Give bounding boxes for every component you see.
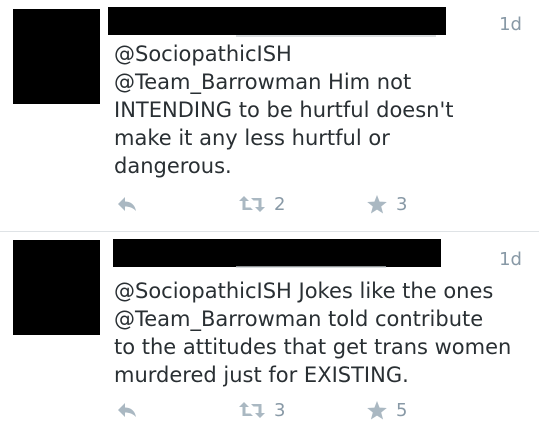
tweet[interactable]: 1d @SociopathicISH @Team_Barrowman Him n… [0,0,539,232]
tweet[interactable]: 1d @SociopathicISH Jokes like the ones @… [0,233,539,434]
tweet-text: @SociopathicISH @Team_Barrowman Him not … [114,42,454,178]
handle-residue [236,266,386,274]
tweet-actions: 3 5 [0,396,539,424]
tweet-actions: 2 3 [0,190,539,218]
name-redaction [113,239,441,267]
reply-icon [118,403,136,417]
retweet-count: 3 [274,399,286,421]
tweet-timestamp[interactable]: 1d [499,14,522,35]
star-icon [367,400,387,419]
retweet-count: 2 [274,193,286,215]
tweet-timestamp[interactable]: 1d [499,249,522,270]
favorite-count: 3 [396,193,408,215]
avatar-redacted[interactable] [13,9,100,104]
favorite-count: 5 [396,399,408,421]
reply-icon [118,197,136,211]
retweet-icon [239,196,265,212]
retweet-button[interactable]: 3 [238,396,285,424]
favorite-button[interactable]: 5 [366,396,407,424]
avatar-redacted[interactable] [13,240,100,335]
tweet-divider [0,231,539,232]
tweet-text: @SociopathicISH Jokes like the ones @Tea… [114,279,512,387]
name-redaction [108,7,446,35]
reply-button[interactable] [116,190,138,218]
reply-button[interactable] [116,396,138,424]
favorite-button[interactable]: 3 [366,190,407,218]
star-icon [367,194,387,213]
retweet-icon [239,402,265,418]
retweet-button[interactable]: 2 [238,190,285,218]
